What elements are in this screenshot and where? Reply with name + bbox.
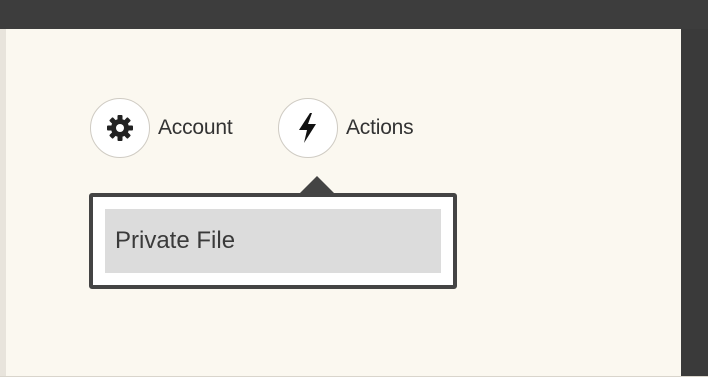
- actions-label[interactable]: Actions: [346, 116, 414, 140]
- actions-menu-button[interactable]: Actions: [278, 98, 414, 158]
- lightning-bolt-icon[interactable]: [278, 98, 338, 158]
- actions-dropdown-menu: Private File: [89, 193, 457, 289]
- menu-item-private-file[interactable]: Private File: [105, 209, 441, 273]
- account-menu-button[interactable]: Account: [90, 98, 233, 158]
- right-frame: [681, 29, 708, 377]
- gear-icon[interactable]: [90, 98, 150, 158]
- top-bar: [0, 0, 708, 30]
- dropdown-pointer: [299, 176, 335, 194]
- account-label[interactable]: Account: [158, 116, 233, 140]
